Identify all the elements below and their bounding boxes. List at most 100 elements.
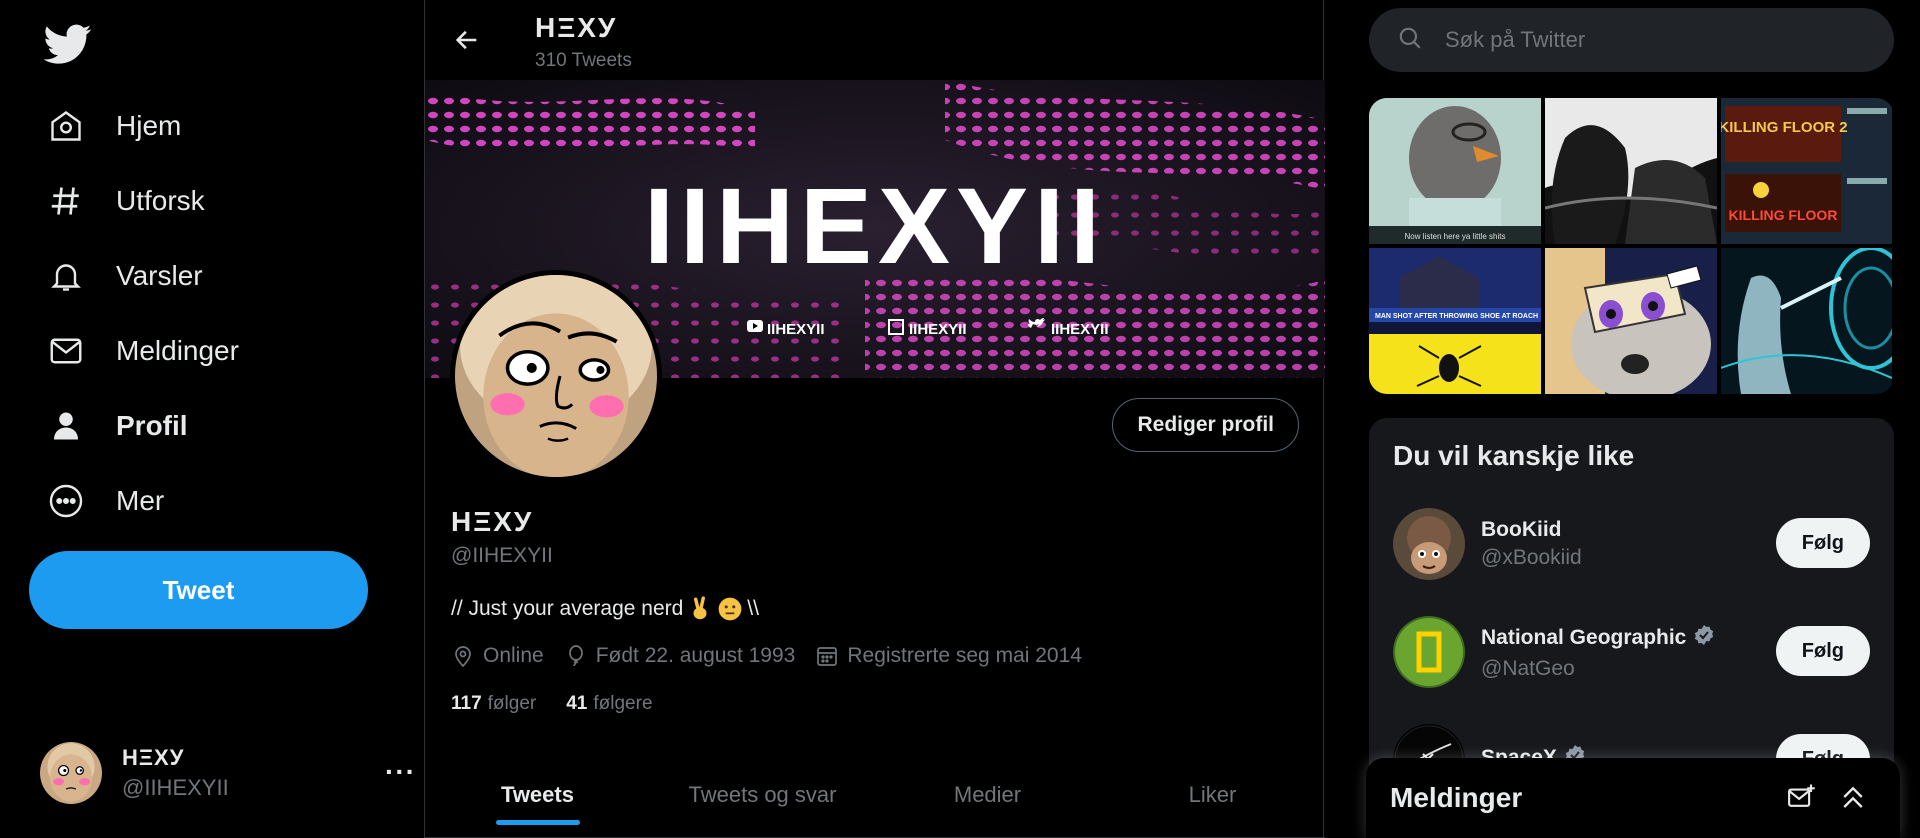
profile-avatar[interactable] [450, 270, 662, 482]
location-pin-icon [455, 646, 471, 668]
suggested-user-name: BooKiid [1481, 518, 1562, 541]
nav-label: Varsler [116, 260, 203, 291]
following-count: 117 [451, 693, 482, 714]
avatar [1393, 616, 1465, 688]
news-caption: MAN SHOT AFTER THROWING SHOE AT ROACH [1375, 313, 1538, 320]
expand-chevrons-icon[interactable] [1838, 782, 1868, 817]
banner-logo-text: IIHEXYII [644, 165, 1106, 286]
account-name: HΞXУ [122, 745, 185, 770]
messages-drawer-title: Meldinger [1390, 782, 1523, 813]
account-text: HΞXУ @IIHEXYII [122, 745, 229, 801]
followers-label: følgere [593, 693, 653, 714]
bio-suffix: \\ [747, 597, 759, 620]
home-icon [46, 106, 86, 146]
tab-media[interactable]: Medier [875, 752, 1100, 837]
game-title-1: KILLING FLOOR 2 [1721, 119, 1848, 136]
follow-button[interactable]: Følg [1775, 518, 1870, 568]
media-thumbnail[interactable]: MAN SHOT AFTER THROWING SHOE AT ROACH [1369, 248, 1541, 394]
account-switcher[interactable]: HΞXУ @IIHEXYII ··· [40, 740, 415, 806]
profile-header-bar: HΞXУ 310 Tweets [425, 0, 1325, 80]
nav-label: Utforsk [116, 185, 205, 216]
followers-count: 41 [566, 693, 588, 714]
suggested-user-text: BooKiid @xBookiid [1481, 518, 1582, 570]
follow-stats: 117 følger 41 følgere [451, 693, 683, 715]
calendar-icon [817, 647, 838, 666]
location-text: Online [483, 644, 544, 667]
banner-twitch-text: IIHEXYII [909, 321, 967, 338]
location-item: Online [451, 644, 544, 668]
suggested-user-handle: @NatGeo [1481, 657, 1575, 680]
nav-item-home[interactable]: Hjem [46, 96, 181, 156]
nav-item-messages[interactable]: Meldinger [46, 321, 239, 381]
follow-button[interactable]: Følg [1775, 626, 1870, 676]
following-link[interactable]: 117 følger [451, 693, 536, 715]
media-grid: Now listen here ya little shits KILLING … [1369, 98, 1894, 394]
suggested-user-name: National Geographic [1481, 626, 1687, 649]
birthday-text: Født 22. august 1993 [595, 644, 796, 667]
right-sidebar: Now listen here ya little shits KILLING … [1324, 0, 1920, 838]
account-handle: @IIHEXYII [122, 775, 229, 800]
messages-drawer[interactable]: Meldinger [1366, 758, 1900, 838]
nav-item-notifications[interactable]: Varsler [46, 246, 203, 306]
joined-item: Registrerte seg mai 2014 [815, 644, 1082, 668]
profile-meta: Online Født 22. august 1993 Registrerte … [451, 644, 1102, 668]
edit-profile-button[interactable]: Rediger profil [1112, 398, 1299, 452]
nav-item-more[interactable]: Mer [46, 471, 164, 531]
tab-likes[interactable]: Liker [1100, 752, 1325, 837]
profile-tabs: Tweets Tweets og svar Medier Liker [425, 752, 1325, 838]
bio-text: // Just your average nerd [451, 597, 684, 620]
nav-item-profile[interactable]: Profil [46, 396, 188, 456]
nav-label: Hjem [116, 110, 182, 141]
media-thumbnail[interactable] [1721, 248, 1892, 394]
twitter-logo-icon[interactable] [43, 20, 92, 68]
avatar [1393, 508, 1465, 580]
search-icon [1397, 25, 1423, 56]
media-thumbnail[interactable]: KILLING FLOOR 2 KILLING FLOOR [1721, 98, 1892, 244]
media-thumbnail[interactable] [1545, 98, 1717, 244]
suggested-user-handle: @xBookiid [1481, 546, 1582, 569]
avatar [40, 742, 102, 804]
joined-text: Registrerte seg mai 2014 [847, 644, 1082, 667]
mail-icon [46, 331, 86, 371]
suggested-user[interactable]: National Geographic @NatGeo Følg [1393, 612, 1870, 692]
search-box[interactable] [1369, 8, 1894, 72]
who-to-follow-title: Du vil kanskje like [1393, 440, 1635, 471]
tab-tweets[interactable]: Tweets [425, 752, 650, 837]
following-label: følger [487, 693, 537, 714]
media-thumbnail[interactable]: Now listen here ya little shits [1369, 98, 1541, 244]
media-caption: Now listen here ya little shits [1405, 232, 1506, 241]
more-dots-icon[interactable]: ··· [385, 756, 416, 788]
nav-label: Profil [116, 410, 188, 441]
profile-bio: // Just your average nerd \\ [451, 596, 759, 622]
birthday-item: Født 22. august 1993 [564, 644, 796, 668]
suggested-user[interactable]: BooKiid @xBookiid Følg [1393, 504, 1870, 584]
neutral-face-emoji-icon [717, 596, 743, 622]
tweet-count: 310 Tweets [535, 50, 632, 71]
game-title-2: KILLING FLOOR [1729, 207, 1838, 223]
media-thumbnail[interactable] [1545, 248, 1717, 394]
profile-handle: @IIHEXYII [451, 544, 553, 567]
more-circle-icon [46, 481, 86, 521]
hashtag-icon [46, 181, 86, 221]
victory-hand-emoji-icon [687, 596, 713, 622]
tweet-button[interactable]: Tweet [29, 551, 368, 629]
tab-tweets-and-replies[interactable]: Tweets og svar [650, 752, 875, 837]
suggested-user-text: National Geographic @NatGeo [1481, 623, 1716, 681]
nav-item-explore[interactable]: Utforsk [46, 171, 205, 231]
profile-name: HΞXУ [451, 506, 534, 537]
banner-youtube-text: IIHEXYII [767, 321, 825, 338]
bell-icon [46, 256, 86, 296]
search-input[interactable] [1445, 27, 1865, 53]
nav-label: Meldinger [116, 335, 239, 366]
header-name: HΞXУ [535, 12, 618, 43]
new-message-icon[interactable] [1786, 782, 1816, 817]
balloon-icon [568, 645, 583, 667]
verified-badge-icon [1692, 623, 1716, 653]
nav-label: Mer [116, 485, 165, 516]
followers-link[interactable]: 41 følgere [566, 693, 652, 715]
person-icon [46, 406, 86, 446]
left-nav: Hjem Utforsk Varsler Meldinger Profil Me… [0, 0, 424, 838]
profile-column: HΞXУ 310 Tweets IIHEXYII IIHEXYII IIHEXY… [424, 0, 1325, 838]
back-arrow-icon[interactable] [445, 18, 489, 62]
banner-twitter-text: IIHEXYII [1051, 321, 1109, 338]
